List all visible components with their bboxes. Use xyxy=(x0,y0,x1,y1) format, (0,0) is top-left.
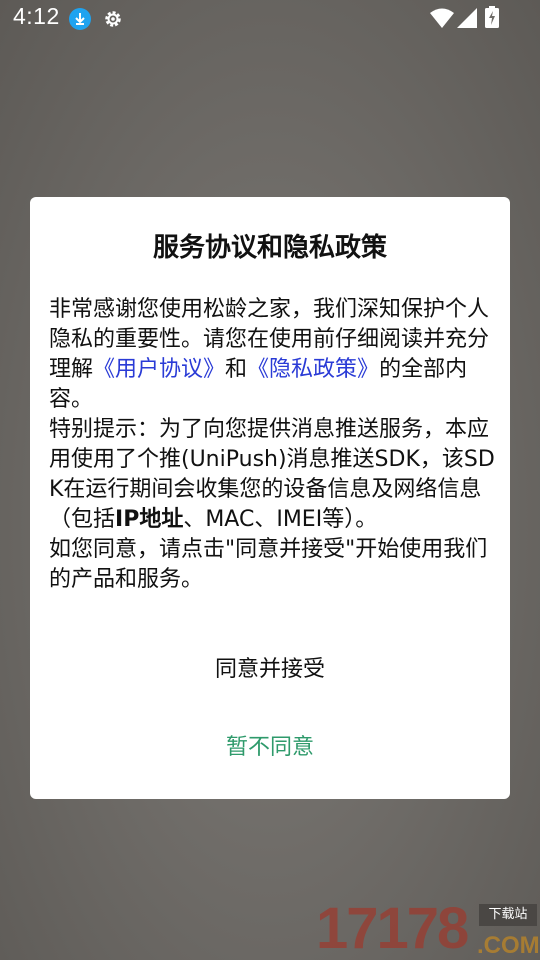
signal-icon xyxy=(457,8,477,28)
agree-button[interactable]: 同意并接受 xyxy=(30,647,510,693)
watermark-tag: 下载站 xyxy=(479,904,537,926)
download-icon xyxy=(69,8,91,30)
body-paragraph-intro: 非常感谢您使用松龄之家，我们深知保护个人隐私的重要性。请您在使用前仔细阅读并充分… xyxy=(49,295,499,415)
ip-address-emphasis: IP地址 xyxy=(115,507,184,532)
user-agreement-link[interactable]: 《用户协议》 xyxy=(93,357,225,382)
body-text: 、MAC、IMEI等）。 xyxy=(183,507,378,532)
body-paragraph-consent: 如您同意，请点击"同意并接受"开始使用我们的产品和服务。 xyxy=(49,537,488,592)
body-paragraph-notice: 特别提示：为了向您提供消息推送服务，本应用使用了个推(UniPush)消息推送S… xyxy=(49,415,499,535)
battery-icon xyxy=(485,6,499,28)
privacy-dialog: 服务协议和隐私政策 非常感谢您使用松龄之家，我们深知保护个人隐私的重要性。请您在… xyxy=(30,197,510,799)
watermark-domain: .COM xyxy=(477,932,540,959)
gear-icon xyxy=(105,11,121,27)
status-bar: 4:12 xyxy=(0,0,540,38)
dialog-body: 非常感谢您使用松龄之家，我们深知保护个人隐私的重要性。请您在使用前仔细阅读并充分… xyxy=(49,295,499,595)
watermark-logo: 17178 下载站 .COM xyxy=(316,898,540,960)
dialog-title: 服务协议和隐私政策 xyxy=(152,233,387,263)
disagree-button[interactable]: 暂不同意 xyxy=(30,725,510,771)
status-time: 4:12 xyxy=(13,3,60,29)
watermark-number: 17178 xyxy=(316,896,469,960)
wifi-icon xyxy=(430,8,454,28)
body-text: 和 xyxy=(225,357,248,382)
privacy-policy-link[interactable]: 《隐私政策》 xyxy=(247,357,379,382)
